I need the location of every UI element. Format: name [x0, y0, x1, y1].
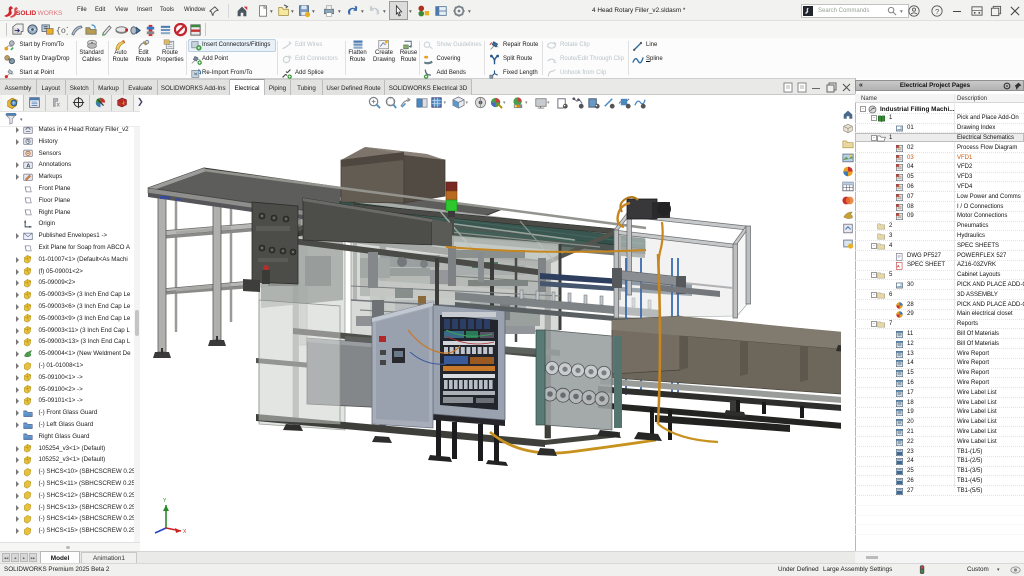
svg-text:{o}: {o}: [56, 26, 68, 36]
svg-text:SOLID: SOLID: [16, 10, 36, 17]
svg-text:Y: Y: [163, 498, 167, 504]
svg-text:WORKS: WORKS: [38, 10, 64, 17]
svg-text:?: ?: [935, 7, 939, 16]
svg-text:A: A: [26, 163, 30, 169]
svg-text:X: X: [183, 529, 187, 535]
svg-text:A: A: [897, 265, 900, 269]
